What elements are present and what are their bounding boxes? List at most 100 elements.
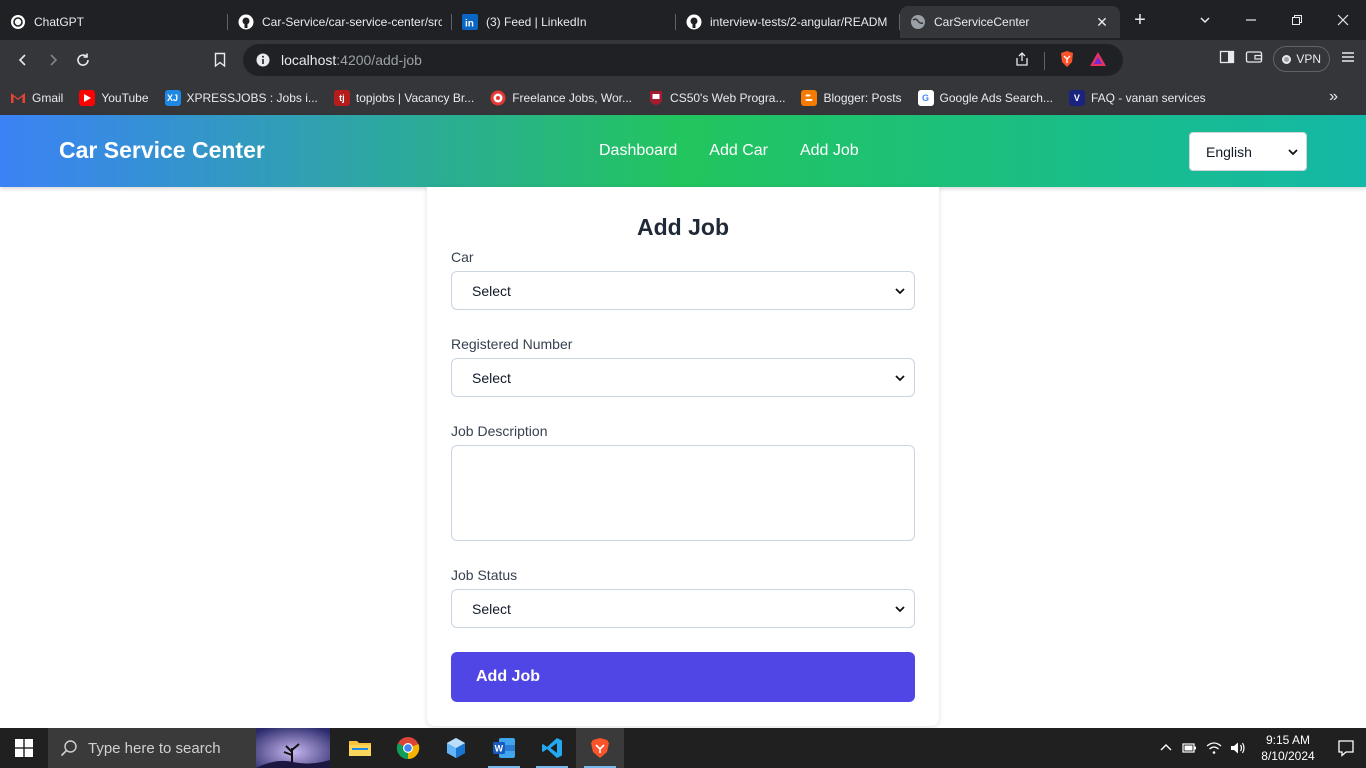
bookmark-label: FAQ - vanan services xyxy=(1090,90,1206,105)
clock-time: 9:15 AM xyxy=(1265,733,1311,747)
taskbar-word[interactable]: W xyxy=(480,728,528,768)
cube-icon xyxy=(447,738,465,758)
volume-icon[interactable] xyxy=(1226,741,1250,755)
chevron-double-right-icon[interactable]: » xyxy=(1329,88,1338,106)
bookmark-cs50[interactable]: CS50's Web Progra... xyxy=(648,90,785,106)
reload-button[interactable] xyxy=(68,45,98,75)
forward-button[interactable] xyxy=(38,45,68,75)
job-status-label: Job Status xyxy=(451,567,518,583)
brand-title[interactable]: Car Service Center xyxy=(59,137,265,164)
taskbar-clock[interactable]: 9:15 AM 8/10/2024 xyxy=(1250,732,1326,764)
bookmark-blogger[interactable]: Blogger: Posts xyxy=(801,89,902,106)
taskbar-brave[interactable] xyxy=(576,728,624,768)
app-header: Car Service Center Dashboard Add Car Add… xyxy=(0,115,1366,187)
topjobs-icon: tj xyxy=(333,89,350,106)
tab-title: CarServiceCenter xyxy=(934,15,1030,29)
brave-shields-icon[interactable] xyxy=(1059,50,1075,71)
tab-carservicecenter[interactable]: CarServiceCenter ✕ xyxy=(900,6,1120,38)
tab-title: ChatGPT xyxy=(34,15,85,29)
tab-chatgpt[interactable]: ChatGPT xyxy=(0,6,228,38)
new-tab-button[interactable]: + xyxy=(1126,6,1154,34)
bookmark-youtube[interactable]: YouTube xyxy=(79,89,149,106)
sidebar-icon[interactable] xyxy=(1219,49,1235,70)
chevron-down-icon xyxy=(895,605,905,612)
language-select[interactable]: English xyxy=(1189,132,1307,171)
tab-title: Car-Service/car-service-center/src xyxy=(262,15,442,29)
close-tab-icon[interactable]: ✕ xyxy=(1094,14,1110,30)
wifi-icon[interactable] xyxy=(1202,741,1226,755)
bookmark-google-ads[interactable]: G Google Ads Search... xyxy=(917,89,1053,106)
bookmark-xpressjobs[interactable]: XJ XPRESSJOBS : Jobs i... xyxy=(164,89,318,106)
bookmark-label: XPRESSJOBS : Jobs i... xyxy=(186,90,318,105)
back-button[interactable] xyxy=(8,45,38,75)
github-icon xyxy=(686,14,702,30)
registered-number-select[interactable]: Select xyxy=(451,358,915,397)
bookmark-topjobs[interactable]: tj topjobs | Vacancy Br... xyxy=(333,89,475,106)
language-value: English xyxy=(1206,143,1252,160)
vpn-status-dot xyxy=(1282,54,1292,64)
tab-title: (3) Feed | LinkedIn xyxy=(486,15,587,29)
clock-date: 8/10/2024 xyxy=(1261,749,1315,763)
nav-add-car[interactable]: Add Car xyxy=(709,142,768,160)
close-window-button[interactable] xyxy=(1320,0,1366,40)
omnibox-actions xyxy=(1014,50,1107,71)
add-job-card: Add Job Car Select Registered Number Sel… xyxy=(427,187,939,726)
globe-icon xyxy=(910,14,926,30)
tab-linkedin[interactable]: in (3) Feed | LinkedIn xyxy=(452,6,676,38)
bookmark-icon[interactable] xyxy=(205,45,235,75)
blogger-icon xyxy=(801,89,818,106)
chevron-down-icon xyxy=(1288,148,1298,155)
url-path: :4200/add-job xyxy=(336,52,422,68)
nav-add-job[interactable]: Add Job xyxy=(800,142,859,160)
car-select[interactable]: Select xyxy=(451,271,915,310)
taskbar-chrome[interactable] xyxy=(384,728,432,768)
windows-start-button[interactable] xyxy=(0,728,48,768)
tab-github-car-service[interactable]: Car-Service/car-service-center/src xyxy=(228,6,452,38)
job-description-textarea[interactable] xyxy=(451,445,915,541)
bookmark-vanan[interactable]: V FAQ - vanan services xyxy=(1068,89,1206,106)
tab-title: interview-tests/2-angular/READM xyxy=(710,15,888,29)
notification-center-icon[interactable] xyxy=(1326,728,1366,768)
battery-icon[interactable] xyxy=(1178,742,1202,754)
registered-number-value: Select xyxy=(472,369,511,386)
divider xyxy=(1044,51,1045,70)
bookmark-label: topjobs | Vacancy Br... xyxy=(355,90,475,105)
bookmark-label: Freelance Jobs, Wor... xyxy=(512,90,633,105)
vpn-button[interactable]: VPN xyxy=(1273,46,1330,72)
bookmarks-bar: Gmail YouTube XJ XPRESSJOBS : Jobs i... … xyxy=(0,80,1366,115)
wallet-icon[interactable] xyxy=(1245,49,1263,70)
nav-dashboard[interactable]: Dashboard xyxy=(599,142,677,160)
url-host: localhost xyxy=(281,52,337,68)
tab-search-icon[interactable] xyxy=(1182,0,1228,40)
brave-rewards-icon[interactable] xyxy=(1089,51,1107,70)
site-info-icon[interactable] xyxy=(255,52,271,68)
bookmark-freelance[interactable]: Freelance Jobs, Wor... xyxy=(490,90,632,106)
google-icon: G xyxy=(917,89,934,106)
bookmark-gmail[interactable]: Gmail xyxy=(10,90,63,106)
taskbar-search[interactable]: Type here to search xyxy=(48,728,330,768)
taskbar-3d-viewer[interactable] xyxy=(432,728,480,768)
minimize-button[interactable] xyxy=(1228,0,1274,40)
openai-icon xyxy=(10,14,26,30)
search-placeholder: Type here to search xyxy=(88,739,221,757)
chrome-icon xyxy=(396,737,420,760)
svg-text:in: in xyxy=(465,19,474,30)
menu-icon[interactable] xyxy=(1340,49,1356,70)
chevron-down-icon xyxy=(895,374,905,381)
tab-github-interview-tests[interactable]: interview-tests/2-angular/READM xyxy=(676,6,900,38)
restore-button[interactable] xyxy=(1274,0,1320,40)
chevron-up-icon[interactable] xyxy=(1154,742,1178,754)
add-job-button[interactable]: Add Job xyxy=(451,652,915,702)
brave-icon xyxy=(591,738,609,758)
linkedin-icon: in xyxy=(462,14,478,30)
registered-number-label: Registered Number xyxy=(451,336,573,352)
bookmark-label: YouTube xyxy=(101,90,149,105)
taskbar-file-explorer[interactable] xyxy=(336,728,384,768)
taskbar-vscode[interactable] xyxy=(528,728,576,768)
bookmark-label: CS50's Web Progra... xyxy=(670,90,786,105)
job-status-select[interactable]: Select xyxy=(451,589,915,628)
share-icon[interactable] xyxy=(1014,51,1030,70)
word-icon: W xyxy=(493,738,515,758)
car-select-value: Select xyxy=(472,282,511,299)
address-bar[interactable]: localhost:4200/add-job xyxy=(243,44,1123,76)
